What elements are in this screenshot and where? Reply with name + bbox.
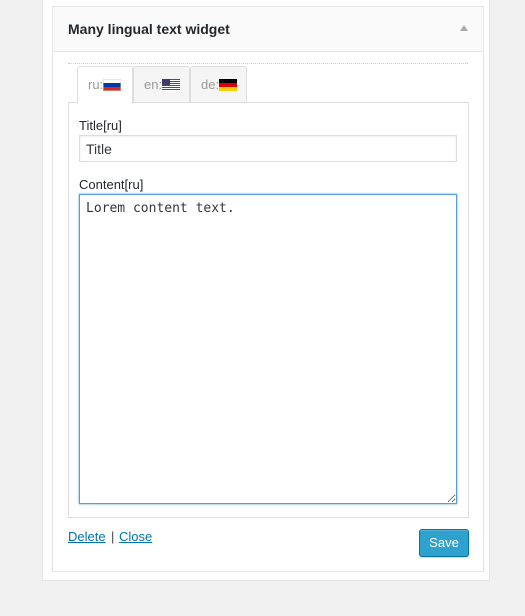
tab-panel-ru: Title[ru] Content[ru] Lorem content text… [68, 102, 469, 518]
widget-title: Many lingual text widget [68, 21, 230, 37]
widget-area-panel: Many lingual text widget ru: en: de: Tit… [42, 0, 490, 581]
russia-flag-icon [103, 78, 122, 91]
content-textarea[interactable]: Lorem content text. [79, 194, 457, 504]
tab-en[interactable]: en: [133, 66, 190, 102]
tab-de-label: de: [201, 77, 220, 92]
tab-ru-label: ru: [88, 77, 104, 92]
germany-flag-icon [219, 78, 238, 91]
save-button[interactable]: Save [419, 529, 469, 557]
tab-en-label: en: [144, 77, 163, 92]
collapse-arrow-icon[interactable] [460, 25, 468, 31]
title-input[interactable] [79, 135, 457, 162]
divider [68, 63, 468, 64]
widget-container: Many lingual text widget ru: en: de: Tit… [52, 6, 484, 572]
usa-flag-icon [162, 78, 181, 91]
link-separator: | [111, 529, 115, 544]
content-label: Content[ru] [79, 177, 144, 192]
close-link[interactable]: Close [119, 528, 152, 546]
tab-de[interactable]: de: [190, 66, 247, 102]
widget-header[interactable]: Many lingual text widget [53, 7, 483, 52]
widget-footer: Delete | Close Save [68, 527, 469, 557]
delete-link[interactable]: Delete [68, 528, 106, 546]
title-label: Title[ru] [79, 118, 122, 133]
tab-ru[interactable]: ru: [77, 66, 133, 104]
